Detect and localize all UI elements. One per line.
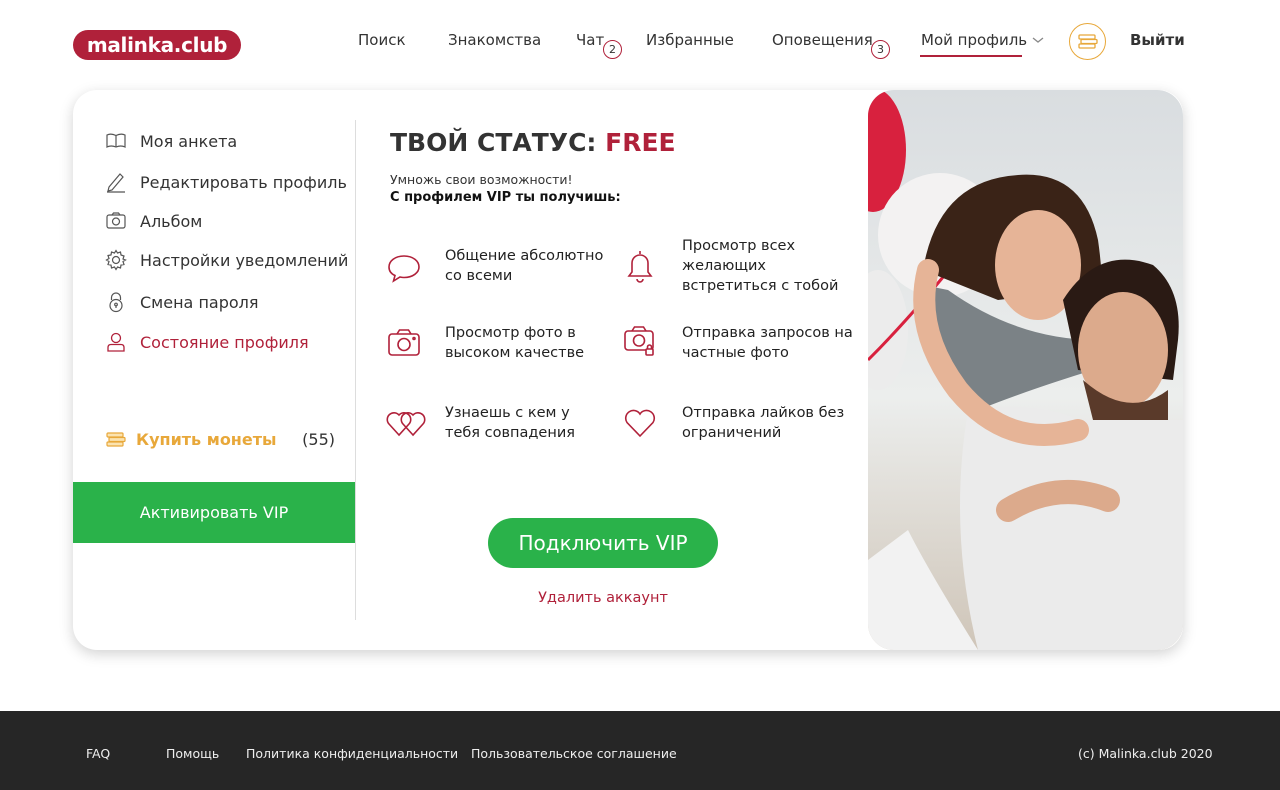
status-subtitle: Умножь свои возможности! — [390, 172, 573, 187]
feature-item: Общение абсолютно со всеми — [386, 246, 606, 286]
chevron-down-icon[interactable] — [1032, 35, 1044, 45]
nav-active-underline — [920, 55, 1022, 57]
sidebar-item-edit-profile[interactable]: Редактировать профиль — [105, 171, 347, 193]
sidebar-item-label: Редактировать профиль — [140, 172, 347, 192]
activate-vip-button[interactable]: Активировать VIP — [73, 482, 355, 543]
footer-faq-link[interactable]: FAQ — [86, 746, 110, 761]
logout-link[interactable]: Выйти — [1130, 31, 1185, 49]
delete-account-link[interactable]: Удалить аккаунт — [488, 590, 718, 606]
camera-icon — [388, 329, 420, 356]
bell-icon — [627, 251, 653, 283]
feature-text: Отправка лайков без ограничений — [682, 405, 845, 441]
gear-icon — [105, 249, 127, 271]
feature-text: Общение абсолютно со всеми — [445, 248, 604, 284]
copyright: (c) Malinka.club 2020 — [1078, 746, 1213, 761]
nav-chat[interactable]: Чат — [576, 31, 604, 49]
feature-text: Узнаешь с кем у тебя совпадения — [445, 405, 575, 441]
profile-status-card: Моя анкета Редактировать профиль Альбом — [73, 90, 1183, 650]
footer-terms-link[interactable]: Пользовательское соглашение — [471, 746, 677, 761]
feature-item: Просмотр всех желающих встретиться с тоб… — [622, 236, 862, 296]
sidebar-item-album[interactable]: Альбом — [105, 210, 202, 232]
nav-notifications[interactable]: Оповещения — [772, 31, 873, 49]
sidebar-item-label: Смена пароля — [140, 292, 259, 312]
heart-icon — [624, 409, 656, 438]
coins-icon — [1077, 33, 1098, 49]
couple-photo — [868, 90, 1183, 650]
feature-text: Просмотр всех желающих встретиться с тоб… — [682, 238, 839, 294]
nav-favorites[interactable]: Избранные — [646, 31, 734, 49]
logo[interactable]: malinka.club — [73, 30, 241, 60]
footer-privacy-link[interactable]: Политика конфиденциальности — [246, 746, 458, 761]
coins-balance: (55) — [302, 430, 335, 449]
connect-vip-button[interactable]: Подключить VIP — [488, 518, 718, 568]
coins-button[interactable] — [1069, 23, 1106, 60]
two-hearts-icon — [386, 412, 426, 437]
chat-count-badge: 2 — [603, 40, 622, 59]
nav-dating[interactable]: Знакомства — [448, 31, 541, 49]
sidebar-menu: Моя анкета Редактировать профиль Альбом — [73, 90, 355, 650]
sidebar-item-change-password[interactable]: Смена пароля — [105, 291, 259, 313]
vip-benefits-heading: С профилем VIP ты получишь: — [390, 190, 621, 205]
sidebar-item-label: Состояние профиля — [140, 332, 309, 352]
nav-my-profile[interactable]: Мой профиль — [921, 31, 1027, 49]
sidebar-item-label: Альбом — [140, 211, 203, 231]
nav-search[interactable]: Поиск — [358, 31, 406, 49]
private-photo-icon — [624, 326, 654, 356]
notifications-count-badge: 3 — [871, 40, 890, 59]
feature-item: Узнаешь с кем у тебя совпадения — [386, 403, 606, 443]
book-icon — [106, 133, 126, 148]
lock-icon — [109, 292, 123, 313]
footer: FAQ Помощь Политика конфиденциальности П… — [0, 711, 1280, 790]
sidebar-item-label: Моя анкета — [140, 131, 238, 151]
feature-item: Отправка запросов на частные фото — [622, 323, 862, 363]
sidebar-divider — [355, 120, 356, 620]
user-icon — [107, 332, 125, 352]
status-title: ТВОЙ СТАТУС: FREE — [390, 128, 676, 157]
sidebar-item-label: Настройки уведомлений — [140, 250, 349, 270]
chat-bubble-icon — [388, 255, 420, 283]
pencil-icon — [107, 173, 125, 193]
buy-coins-row: Купить монеты (55) — [105, 430, 335, 449]
status-value: FREE — [605, 128, 676, 157]
feature-item: Просмотр фото в высоком качестве — [386, 323, 606, 363]
sidebar-item-notification-settings[interactable]: Настройки уведомлений — [105, 249, 348, 271]
couple-photo-illustration — [868, 90, 1183, 650]
footer-help-link[interactable]: Помощь — [166, 746, 219, 761]
feature-text: Отправка запросов на частные фото — [682, 325, 853, 361]
coins-icon — [106, 431, 126, 447]
header: malinka.club Поиск Знакомства Чат 2 Избр… — [0, 0, 1280, 80]
camera-icon — [106, 212, 126, 229]
sidebar-item-my-profile[interactable]: Моя анкета — [105, 130, 237, 152]
buy-coins-link[interactable]: Купить монеты — [136, 430, 276, 449]
feature-text: Просмотр фото в высоком качестве — [445, 325, 585, 361]
status-title-prefix: ТВОЙ СТАТУС: — [390, 128, 597, 157]
sidebar-item-profile-status[interactable]: Состояние профиля — [105, 331, 309, 353]
feature-item: Отправка лайков без ограничений — [622, 403, 862, 443]
